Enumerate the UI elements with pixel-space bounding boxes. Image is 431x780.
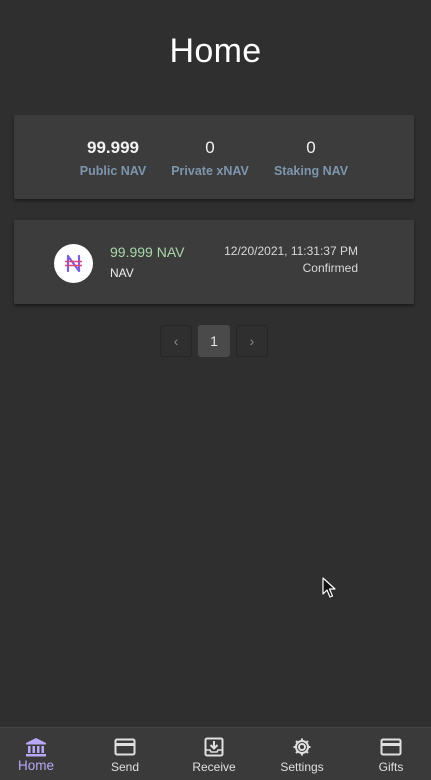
nav-gifts-label: Gifts xyxy=(378,760,404,774)
chevron-left-icon: ‹ xyxy=(173,333,179,349)
nav-send[interactable]: Send xyxy=(100,728,150,780)
nav-home[interactable]: Home xyxy=(12,728,60,780)
balance-staking: 0 Staking NAV xyxy=(271,138,351,179)
next-page-button[interactable]: › xyxy=(236,325,268,357)
nav-gifts[interactable]: Gifts xyxy=(366,728,416,780)
balance-private: 0 Private xNAV xyxy=(170,138,250,179)
chevron-right-icon: › xyxy=(249,333,255,349)
bank-icon xyxy=(25,737,47,757)
nav-receive[interactable]: Receive xyxy=(184,728,244,780)
balance-public-value: 99.999 xyxy=(87,138,139,157)
previous-page-button[interactable]: ‹ xyxy=(160,325,192,357)
navcoin-logo-icon xyxy=(54,244,93,283)
credit-card-icon xyxy=(114,737,136,757)
transaction-amount: 99.999 NAV xyxy=(110,244,185,260)
page-title: Home xyxy=(169,32,262,70)
nav-send-label: Send xyxy=(110,760,140,774)
transaction-row[interactable]: 99.999 NAV NAV 12/20/2021, 11:31:37 PM C… xyxy=(14,220,414,304)
transaction-status: Confirmed xyxy=(302,261,358,275)
page-1-button[interactable]: 1 xyxy=(198,325,230,357)
download-box-icon xyxy=(204,737,224,757)
balances-card: 99.999 Public NAV 0 Private xNAV 0 Staki… xyxy=(14,115,414,199)
balance-public-label: Public NAV xyxy=(79,164,147,178)
balance-public: 99.999 Public NAV xyxy=(78,138,148,179)
mouse-cursor-icon xyxy=(322,577,336,604)
gear-icon xyxy=(292,737,312,757)
credit-card-icon xyxy=(380,737,402,757)
nav-receive-label: Receive xyxy=(192,760,236,774)
transaction-date: 12/20/2021, 11:31:37 PM xyxy=(224,244,358,258)
balance-staking-label: Staking NAV xyxy=(273,164,349,178)
transaction-coin: NAV xyxy=(110,266,134,280)
bottom-navigation: Home Send Receive Settings Gifts xyxy=(0,727,431,780)
nav-settings[interactable]: Settings xyxy=(272,728,332,780)
nav-home-label: Home xyxy=(17,758,54,773)
nav-settings-label: Settings xyxy=(280,760,324,774)
balance-private-value: 0 xyxy=(205,138,215,157)
balance-private-label: Private xNAV xyxy=(171,164,249,178)
balance-staking-value: 0 xyxy=(306,138,316,157)
